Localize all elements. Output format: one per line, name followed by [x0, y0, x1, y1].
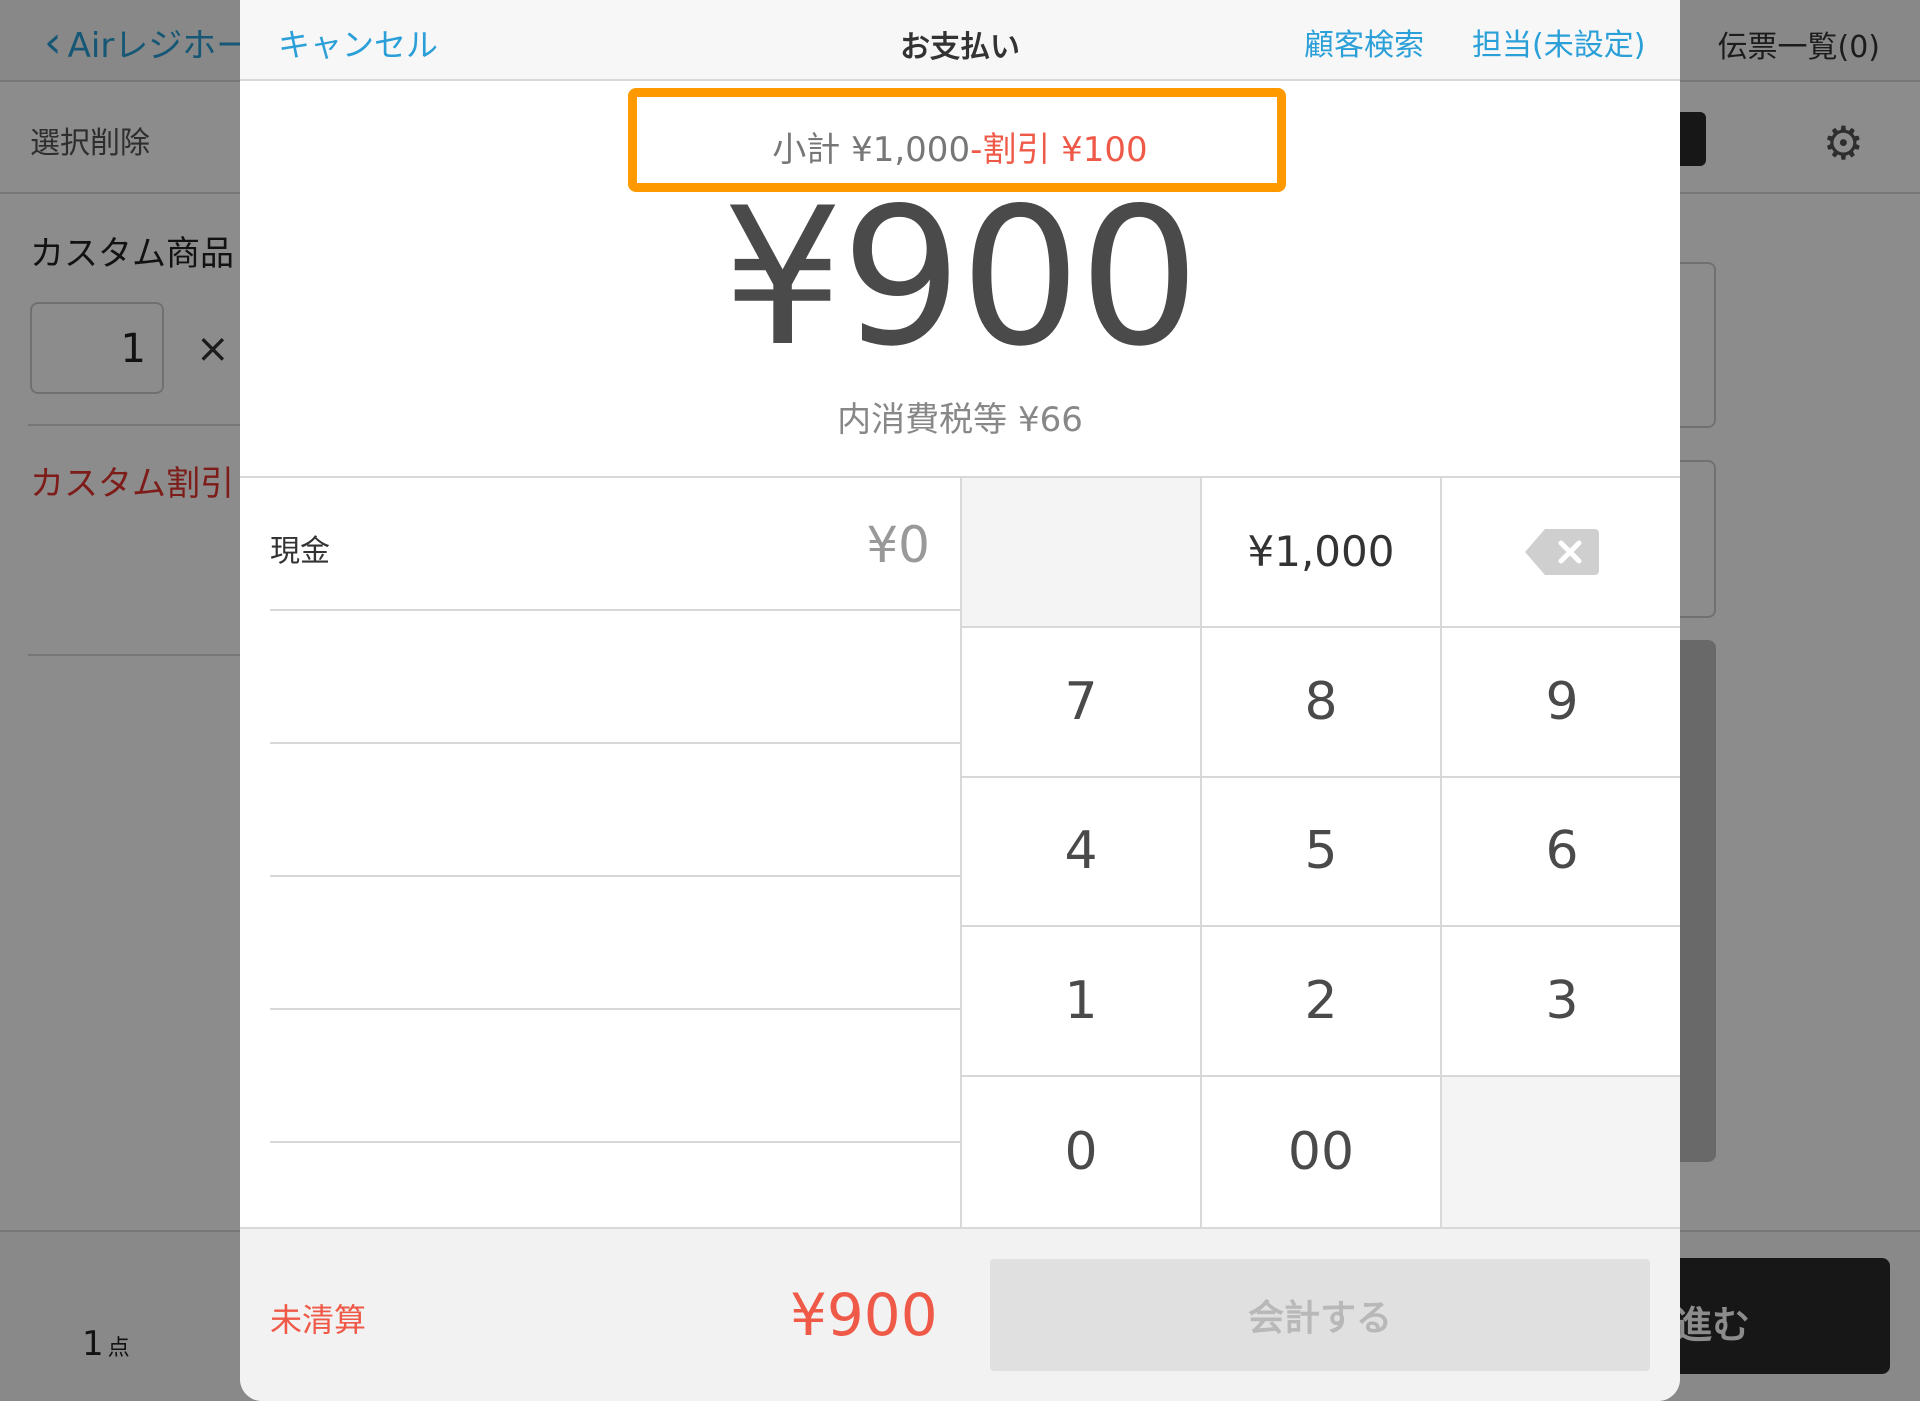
key-6[interactable]: 6 — [1442, 777, 1680, 928]
key-7[interactable]: 7 — [962, 627, 1202, 778]
payment-row[interactable] — [270, 611, 960, 744]
key-00[interactable]: 00 — [1202, 1077, 1442, 1227]
modal-footer: 未清算 ¥900 会計する — [240, 1227, 1680, 1401]
total-amount: ¥900 — [722, 167, 1200, 388]
key-5[interactable]: 5 — [1202, 777, 1442, 928]
payment-row[interactable] — [270, 877, 960, 1010]
tax-text: 内消費税等 ¥66 — [837, 400, 1083, 440]
backspace-button[interactable] — [1442, 478, 1680, 628]
payment-modal: キャンセル お支払い 顧客検索 担当(未設定) 小計 ¥1,000-割引 ¥10… — [240, 0, 1680, 1401]
key-0[interactable]: 0 — [962, 1077, 1202, 1227]
key-8[interactable]: 8 — [1202, 627, 1442, 778]
payment-row-cash[interactable]: 現金 ¥0 — [270, 478, 960, 611]
payment-row[interactable] — [270, 744, 960, 877]
keypad-blank — [962, 478, 1202, 628]
payment-status: 未清算 — [270, 1301, 367, 1339]
subtotal-text: 小計 ¥1,000 — [772, 130, 971, 170]
modal-header: キャンセル お支払い 顧客検索 担当(未設定) — [240, 0, 1680, 81]
key-3[interactable]: 3 — [1442, 927, 1680, 1078]
checkout-button[interactable]: 会計する — [990, 1259, 1650, 1371]
backspace-icon — [1525, 528, 1599, 575]
payment-row[interactable] — [270, 1010, 960, 1143]
modal-title: お支払い — [900, 30, 1020, 65]
payment-method-label: 現金 — [270, 534, 330, 569]
key-4[interactable]: 4 — [962, 777, 1202, 928]
key-preset-1000[interactable]: ¥1,000 — [1202, 478, 1442, 628]
numeric-keypad: ¥1,000 7 8 9 4 5 6 1 2 3 0 00 — [960, 478, 1680, 1227]
customer-search-button[interactable]: 顧客検索 — [1304, 20, 1424, 64]
footer-total-amount: ¥900 — [790, 1281, 938, 1349]
payment-method-list: 現金 ¥0 — [270, 478, 960, 1143]
keypad-blank — [1442, 1077, 1680, 1227]
key-2[interactable]: 2 — [1202, 927, 1442, 1078]
subtotal-line: 小計 ¥1,000-割引 ¥100 — [240, 122, 1680, 171]
payment-amount: ¥0 — [866, 516, 930, 574]
discount-text: -割引 ¥100 — [970, 130, 1148, 170]
key-9[interactable]: 9 — [1442, 627, 1680, 778]
staff-button[interactable]: 担当(未設定) — [1472, 20, 1645, 64]
key-1[interactable]: 1 — [962, 927, 1202, 1078]
